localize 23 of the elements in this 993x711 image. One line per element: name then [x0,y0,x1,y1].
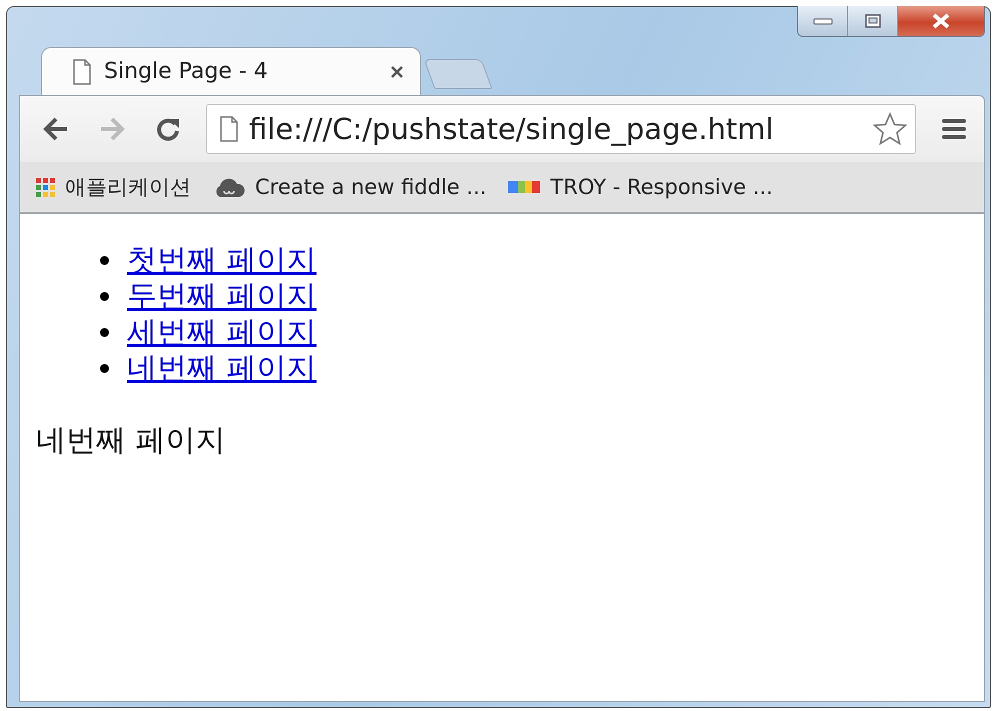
color-bars-icon [508,180,540,194]
bullet-icon [100,256,109,264]
bookmark[interactable]: Create a new fiddle ... [213,175,486,199]
bullet-icon [100,328,109,336]
page-text: 네번째 페이지 [36,422,227,460]
menu-icon [942,118,966,140]
document-icon [219,116,239,142]
maximize-icon [864,13,882,29]
bookmark[interactable]: TROY - Responsive ... [508,175,773,199]
close-tab-icon[interactable] [390,64,404,78]
bullet-icon [100,364,109,372]
minimize-icon [812,16,834,26]
close-icon [930,12,952,30]
star-icon[interactable] [873,112,907,146]
address-bar[interactable]: file:///C:/pushstate/single_page.html [206,104,916,154]
minimize-button[interactable] [798,6,848,36]
close-button[interactable] [898,6,984,36]
browser-tab[interactable]: Single Page - 4 [41,47,421,95]
apps-grid-icon [36,178,55,196]
document-icon [72,58,92,84]
bookmark[interactable]: 애플리케이션 [36,173,191,201]
bullet-icon [100,292,109,300]
maximize-button[interactable] [848,6,898,36]
